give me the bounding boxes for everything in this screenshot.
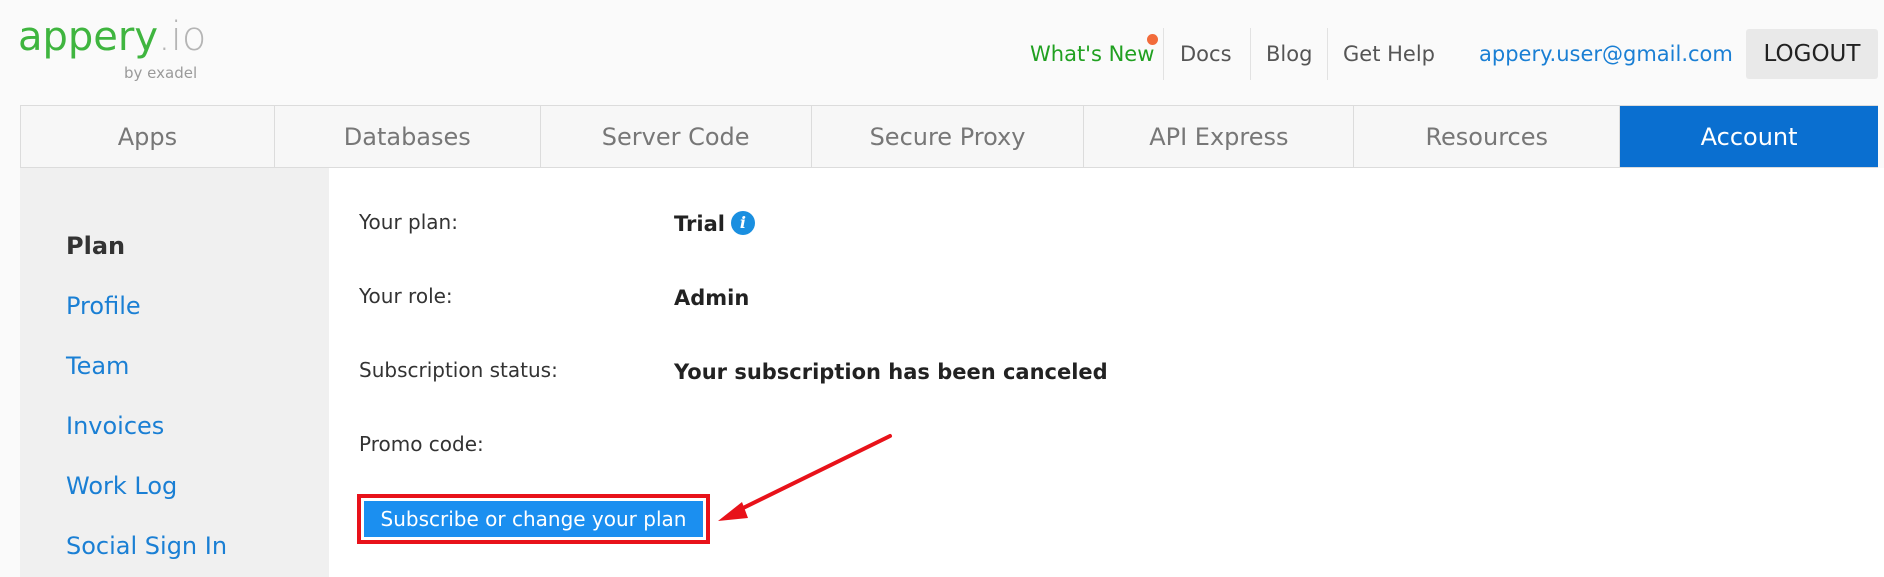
logo-by-text: by exadel	[124, 64, 198, 82]
nav-divider	[1250, 28, 1251, 80]
tab-server-code[interactable]: Server Code	[541, 106, 812, 167]
user-email-link[interactable]: appery.user@gmail.com	[1479, 28, 1733, 80]
sidebar-item-plan[interactable]: Plan	[66, 232, 125, 260]
tab-account[interactable]: Account	[1620, 106, 1879, 167]
sidebar-item-team[interactable]: Team	[66, 352, 129, 380]
role-value: Admin	[674, 286, 750, 310]
tab-databases[interactable]: Databases	[275, 106, 541, 167]
tab-resources[interactable]: Resources	[1354, 106, 1621, 167]
tab-api-express[interactable]: API Express	[1084, 106, 1355, 167]
tab-secure-proxy[interactable]: Secure Proxy	[812, 106, 1085, 167]
nav-divider	[1163, 28, 1164, 80]
blog-link[interactable]: Blog	[1266, 28, 1312, 80]
sidebar-item-social-sign-in[interactable]: Social Sign In	[66, 532, 227, 560]
plan-panel: Your plan: Trial i Your role: Admin Subsc…	[329, 168, 1884, 577]
subscription-status-value: Your subscription has been canceled	[674, 360, 1108, 384]
subscription-status-label: Subscription status:	[359, 358, 558, 382]
info-icon[interactable]: i	[730, 211, 755, 235]
logo-main-text: appery	[18, 14, 159, 60]
role-label: Your role:	[359, 284, 453, 308]
main-tabs: Apps Databases Server Code Secure Proxy …	[20, 105, 1879, 168]
logo-wordmark: appery.io	[18, 14, 218, 60]
nav-divider	[1327, 28, 1328, 80]
plan-label: Your plan:	[359, 210, 458, 234]
top-header: appery.io by exadel What's New Docs Blog…	[0, 0, 1884, 105]
new-indicator-dot	[1147, 34, 1158, 45]
logout-button[interactable]: LOGOUT	[1746, 29, 1878, 79]
subscribe-button[interactable]: Subscribe or change your plan	[364, 501, 703, 537]
annotation-highlight-box: Subscribe or change your plan	[357, 494, 710, 544]
sidebar-item-invoices[interactable]: Invoices	[66, 412, 164, 440]
plan-value: Trial i	[674, 211, 755, 236]
promo-code-label: Promo code:	[359, 432, 484, 456]
whats-new-link[interactable]: What's New	[1030, 28, 1154, 80]
docs-link[interactable]: Docs	[1180, 28, 1232, 80]
get-help-link[interactable]: Get Help	[1343, 28, 1435, 80]
appery-logo[interactable]: appery.io by exadel	[18, 14, 218, 84]
logo-suffix-text: .io	[158, 14, 207, 60]
sidebar-item-profile[interactable]: Profile	[66, 292, 141, 320]
tab-apps[interactable]: Apps	[21, 106, 275, 167]
account-sidebar: Plan Profile Team Invoices Work Log Soci…	[20, 168, 329, 577]
sidebar-item-work-log[interactable]: Work Log	[66, 472, 177, 500]
plan-value-text: Trial	[674, 212, 725, 236]
